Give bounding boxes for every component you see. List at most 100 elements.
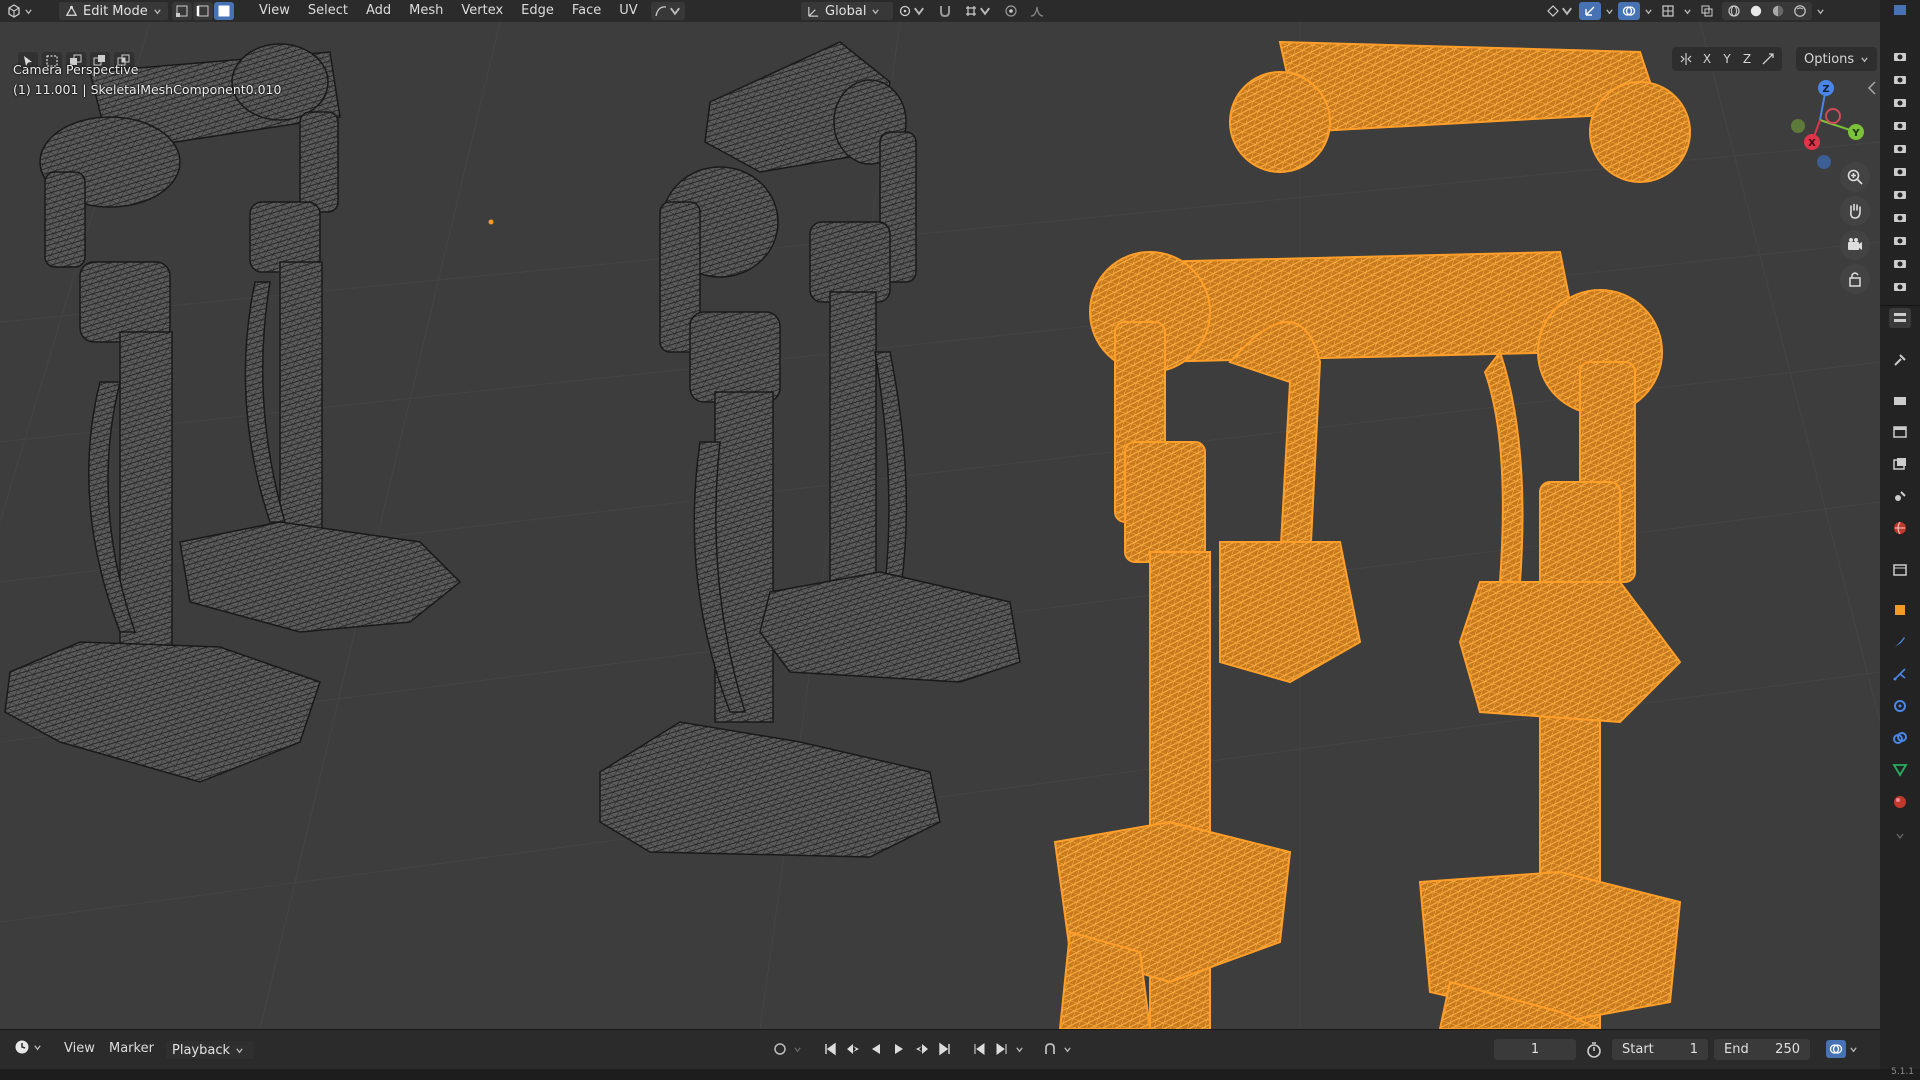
chevron-down-icon[interactable] — [1015, 1045, 1024, 1054]
constraints-tab-icon[interactable] — [1889, 728, 1911, 748]
uv-sync-dropdown[interactable] — [650, 2, 685, 20]
use-preview-range-toggle[interactable] — [1585, 1041, 1603, 1063]
proportional-edit-toggle[interactable] — [1001, 2, 1021, 20]
timeline-overlay-toggle[interactable] — [1826, 1040, 1858, 1058]
menu-face[interactable]: Face — [563, 1, 610, 21]
scene-tab-icon[interactable] — [1889, 486, 1911, 506]
falloff-dropdown[interactable] — [1027, 2, 1047, 20]
render-camera-icon[interactable] — [1889, 69, 1911, 89]
jump-to-keyframe-prev-button[interactable] — [843, 1040, 863, 1058]
playback-dropdown[interactable]: Playback — [165, 1040, 255, 1060]
gizmo-neg-z[interactable] — [1817, 155, 1831, 169]
robot-mesh-middle[interactable] — [599, 41, 1021, 858]
start-frame-field[interactable]: Start 1 — [1612, 1039, 1708, 1060]
render-camera-icon[interactable] — [1889, 230, 1911, 250]
next-frame-button[interactable] — [992, 1040, 1012, 1058]
pan-button[interactable] — [1840, 196, 1870, 226]
particles-tab-icon[interactable] — [1889, 664, 1911, 684]
solid-shading-button[interactable] — [1746, 2, 1766, 20]
vertex-select-button[interactable] — [172, 2, 192, 20]
render-camera-icon[interactable] — [1889, 92, 1911, 112]
play-button[interactable] — [889, 1040, 909, 1058]
menu-edge[interactable]: Edge — [512, 1, 563, 21]
visibility-dropdown[interactable] — [1545, 2, 1575, 20]
chevron-down-icon[interactable] — [1063, 1045, 1072, 1054]
play-reverse-button[interactable] — [866, 1040, 886, 1058]
end-frame-field[interactable]: End 250 — [1714, 1039, 1810, 1060]
render-camera-icon[interactable] — [1889, 161, 1911, 181]
menu-vertex[interactable]: Vertex — [452, 1, 512, 21]
edge-select-button[interactable] — [193, 2, 213, 20]
3d-viewport[interactable]: Camera Perspective (1) 11.001 | Skeletal… — [0, 22, 1880, 1029]
timeline-menu-view[interactable]: View — [55, 1039, 104, 1059]
timeline-overlays-button[interactable] — [1826, 1040, 1846, 1058]
object-tab-icon[interactable] — [1889, 600, 1911, 620]
pivot-point-dropdown[interactable] — [895, 2, 929, 20]
gizmo-neg-x[interactable] — [1825, 108, 1841, 124]
menu-add[interactable]: Add — [357, 1, 400, 21]
gizmo-neg-y[interactable] — [1791, 119, 1805, 133]
jump-to-end-button[interactable] — [935, 1040, 955, 1058]
chevron-down-icon[interactable] — [1644, 7, 1653, 16]
zoom-button[interactable] — [1840, 162, 1870, 192]
prev-frame-button[interactable] — [969, 1040, 989, 1058]
render-camera-icon[interactable] — [1889, 276, 1911, 296]
robot-mesh-selected[interactable] — [1053, 40, 1691, 1029]
mirror-z-toggle[interactable]: Z — [1738, 52, 1756, 66]
collection-tab-icon[interactable] — [1889, 560, 1911, 580]
face-select-button[interactable] — [214, 2, 234, 20]
render-tab-icon[interactable] — [1889, 390, 1911, 410]
overlays-toggle[interactable] — [1618, 2, 1640, 20]
chevron-down-icon[interactable] — [1816, 7, 1825, 16]
mirror-x-toggle[interactable]: X — [1698, 52, 1716, 66]
navigation-gizmo[interactable]: Z Y X — [1770, 62, 1866, 172]
xray-toggle[interactable] — [1696, 2, 1718, 20]
view-layer-tab-icon[interactable] — [1889, 454, 1911, 474]
snap-target-dropdown[interactable] — [961, 2, 995, 20]
data-tab-icon[interactable] — [1889, 760, 1911, 780]
robot-mesh-left[interactable] — [4, 43, 462, 783]
render-camera-icon[interactable] — [1889, 184, 1911, 204]
auto-keying-toggle[interactable] — [770, 1040, 790, 1058]
output-tab-icon[interactable] — [1889, 422, 1911, 442]
editor-type-selector[interactable] — [4, 1, 33, 21]
render-camera-icon[interactable] — [1889, 253, 1911, 273]
gizmo-toggle[interactable] — [1579, 2, 1601, 20]
lock-camera-button[interactable] — [1840, 264, 1870, 294]
editor-type-icon[interactable] — [1889, 0, 1911, 20]
chevron-down-icon[interactable] — [1683, 7, 1692, 16]
chevron-down-icon[interactable] — [1889, 826, 1911, 846]
rendered-shading-button[interactable] — [1790, 2, 1810, 20]
keying-set-button[interactable] — [1040, 1040, 1060, 1058]
material-shading-button[interactable] — [1768, 2, 1788, 20]
menu-uv[interactable]: UV — [610, 1, 646, 21]
timeline-editor-type[interactable] — [14, 1039, 42, 1055]
jump-to-start-button[interactable] — [820, 1040, 840, 1058]
chevron-down-icon[interactable] — [793, 1045, 802, 1054]
timeline-menu-marker[interactable]: Marker — [100, 1039, 163, 1059]
render-camera-icon[interactable] — [1889, 46, 1911, 66]
properties-editor-icon[interactable] — [1889, 308, 1911, 328]
menu-mesh[interactable]: Mesh — [400, 1, 452, 21]
snap-toggle[interactable] — [935, 2, 955, 20]
material-tab-icon[interactable] — [1889, 792, 1911, 812]
render-camera-icon[interactable] — [1889, 207, 1911, 227]
jump-to-keyframe-next-button[interactable] — [912, 1040, 932, 1058]
transform-orientation-dropdown[interactable]: Global — [800, 1, 894, 21]
tool-tab-icon[interactable] — [1889, 350, 1911, 370]
render-camera-icon[interactable] — [1889, 138, 1911, 158]
current-frame-field[interactable]: 1 — [1494, 1039, 1576, 1060]
sidebar-toggle-arrow[interactable] — [1866, 78, 1878, 98]
mode-selector[interactable]: Edit Mode — [58, 1, 169, 21]
modifier-tab-icon[interactable] — [1889, 632, 1911, 652]
world-tab-icon[interactable] — [1889, 518, 1911, 538]
mesh-edit-overlays-toggle[interactable] — [1657, 2, 1679, 20]
render-camera-icon[interactable] — [1889, 115, 1911, 135]
menu-select[interactable]: Select — [299, 1, 357, 21]
wireframe-shading-button[interactable] — [1724, 2, 1744, 20]
chevron-down-icon[interactable] — [1605, 7, 1614, 16]
camera-view-button[interactable] — [1840, 230, 1870, 260]
physics-tab-icon[interactable] — [1889, 696, 1911, 716]
mirror-y-toggle[interactable]: Y — [1718, 52, 1736, 66]
menu-view[interactable]: View — [250, 1, 299, 21]
